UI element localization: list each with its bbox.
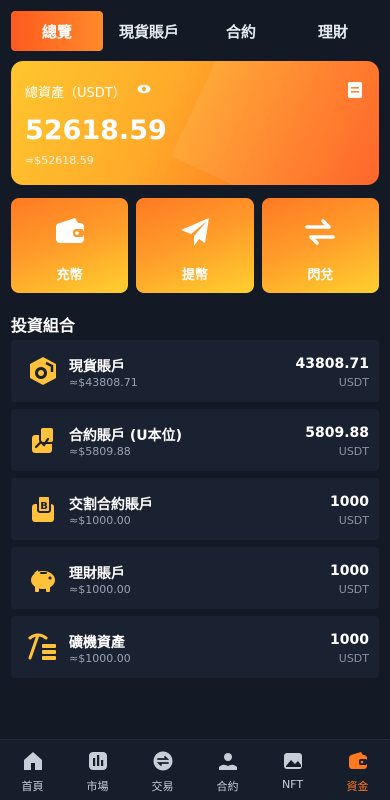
- nav-trade[interactable]: 交易: [130, 740, 195, 800]
- swap-button[interactable]: 閃兌: [261, 198, 379, 293]
- account-name: 交割合約賬戶: [69, 497, 153, 513]
- list-item-contract-account[interactable]: 合約賬戶 (U本位) ≈$5809.88 5809.88 USDT: [11, 409, 379, 471]
- send-icon: [180, 218, 209, 246]
- nft-icon: [283, 753, 302, 769]
- svg-text:B: B: [40, 501, 48, 512]
- account-value: 1000: [330, 632, 369, 648]
- funds-icon: [348, 752, 367, 769]
- tab-spot-account[interactable]: 現貨賬戶: [103, 11, 195, 51]
- account-name: 合約賬戶 (U本位): [69, 428, 183, 444]
- nav-funds-label: 資金: [346, 780, 369, 793]
- top-tabs: 總覽 現貨賬戶 合約 理財: [11, 11, 379, 51]
- market-icon: [88, 752, 107, 770]
- nav-market[interactable]: 市場: [65, 740, 130, 800]
- wallet-icon: [55, 218, 84, 243]
- piggy-bank-icon: [31, 570, 55, 592]
- list-item-wealth-account[interactable]: 理財賬戶 ≈$1000.00 1000 USDT: [11, 547, 379, 609]
- nav-nft[interactable]: NFT: [260, 740, 325, 800]
- nav-contract-label: 合約: [216, 780, 239, 793]
- nav-home-label: 首頁: [21, 780, 44, 793]
- account-unit: USDT: [338, 583, 369, 596]
- action-buttons: 充幣 提幣 閃兌: [11, 198, 379, 293]
- account-name: 理財賬戶: [69, 566, 125, 582]
- trade-icon: [153, 751, 172, 771]
- withdraw-label: 提幣: [181, 268, 208, 283]
- nav-trade-label: 交易: [151, 780, 174, 793]
- swap-label: 閃兌: [307, 268, 334, 283]
- nav-market-label: 市場: [86, 780, 109, 793]
- total-assets-usd: ≈$52618.59: [25, 154, 94, 167]
- account-value: 5809.88: [305, 425, 369, 441]
- list-item-delivery-account[interactable]: B 交割合約賬戶 ≈$1000.00 1000 USDT: [11, 478, 379, 540]
- deposit-label: 充幣: [56, 268, 83, 283]
- account-unit: USDT: [338, 445, 369, 458]
- account-value: 1000: [330, 494, 369, 510]
- account-name: 現貨賬戶: [69, 359, 125, 375]
- deposit-button[interactable]: 充幣: [11, 198, 129, 293]
- total-assets-card: 總資產（USDT） 52618.59 ≈$52618.59: [11, 61, 379, 185]
- list-item-spot-account[interactable]: 現貨賬戶 ≈$43808.71 43808.71 USDT: [11, 340, 379, 402]
- nav-home[interactable]: 首頁: [0, 740, 65, 800]
- account-usd: ≈$43808.71: [69, 376, 138, 389]
- account-list: 現貨賬戶 ≈$43808.71 43808.71 USDT 合約賬戶 (U本位)…: [11, 340, 379, 685]
- account-unit: USDT: [338, 376, 369, 389]
- home-icon: [23, 752, 42, 770]
- account-usd: ≈$1000.00: [69, 652, 131, 665]
- contract-icon: [218, 753, 237, 770]
- bottom-nav: 首頁 市場 交易 合約 NFT 資金: [0, 739, 390, 800]
- tab-overview[interactable]: 總覽: [11, 11, 103, 51]
- account-value: 43808.71: [295, 356, 369, 372]
- tab-wealth[interactable]: 理財: [287, 11, 379, 51]
- contract-account-icon: [32, 426, 55, 453]
- spot-account-icon: [30, 357, 56, 385]
- withdraw-button[interactable]: 提幣: [136, 198, 254, 293]
- account-usd: ≈$5809.88: [69, 445, 131, 458]
- account-name: 礦機資產: [69, 635, 125, 651]
- eye-icon[interactable]: [137, 82, 151, 96]
- list-item-mining-assets[interactable]: 礦機資產 ≈$1000.00 1000 USDT: [11, 616, 379, 678]
- account-unit: USDT: [338, 652, 369, 665]
- swap-icon: [305, 219, 336, 245]
- nav-nft-label: NFT: [281, 778, 304, 791]
- account-usd: ≈$1000.00: [69, 514, 131, 527]
- document-icon[interactable]: [347, 81, 363, 99]
- total-assets-label: 總資產（USDT）: [25, 86, 126, 101]
- tab-contract[interactable]: 合約: [195, 11, 287, 51]
- nav-contract[interactable]: 合約: [195, 740, 260, 800]
- total-assets-value: 52618.59: [25, 115, 167, 146]
- mining-icon: [28, 633, 56, 660]
- account-usd: ≈$1000.00: [69, 583, 131, 596]
- account-unit: USDT: [338, 514, 369, 527]
- account-value: 1000: [330, 563, 369, 579]
- portfolio-title: 投資組合: [11, 316, 76, 335]
- delivery-account-icon: B: [32, 495, 54, 522]
- nav-funds[interactable]: 資金: [325, 740, 390, 800]
